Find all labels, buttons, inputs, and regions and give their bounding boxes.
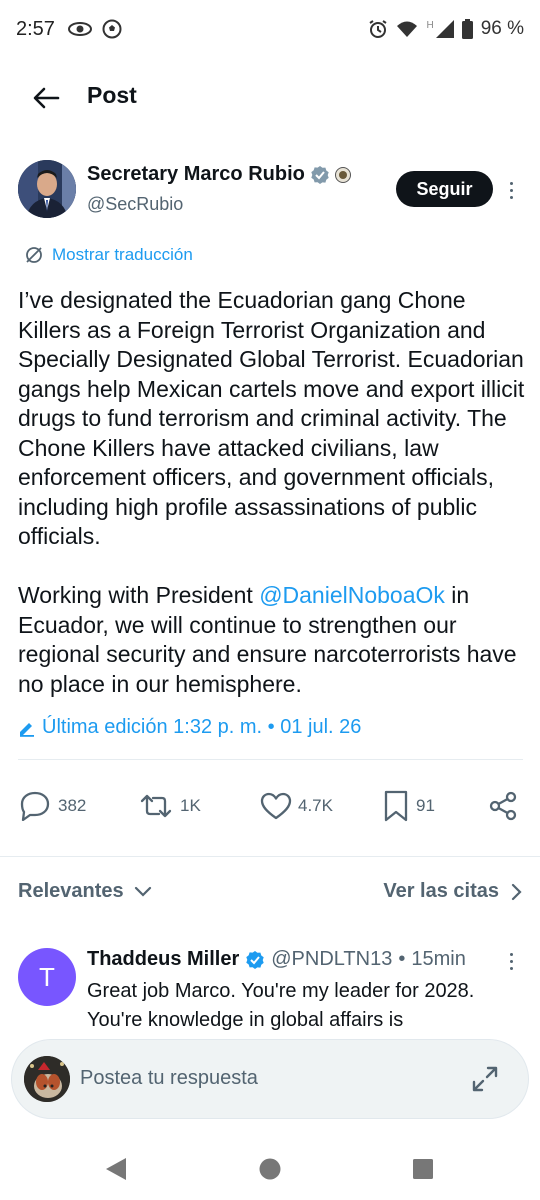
like-button[interactable]: 4.7K	[260, 784, 333, 828]
wifi-icon	[397, 21, 418, 37]
bookmark-button[interactable]: 91	[382, 784, 435, 828]
post-body: I’ve designated the Ecuadorian gang Chon…	[18, 286, 528, 729]
square-recents-icon	[413, 1159, 433, 1179]
reply-avatar[interactable]: T	[18, 948, 76, 1006]
divider	[0, 856, 540, 857]
repost-icon	[140, 794, 172, 818]
reply-more-options-button[interactable]	[504, 947, 518, 975]
author-handle[interactable]: @SecRubio	[87, 194, 183, 215]
repost-count: 1K	[180, 796, 201, 815]
arrow-left-icon	[33, 87, 60, 109]
translate-icon	[26, 247, 42, 263]
top-bar: Post	[0, 72, 540, 122]
share-icon	[489, 791, 517, 821]
page-title: Post	[87, 82, 137, 108]
last-edited-link[interactable]: Última edición 1:32 p. m. • 01 jul. 26	[18, 716, 361, 739]
soccer-ball-icon	[102, 19, 122, 39]
verified-badge-icon	[246, 950, 264, 969]
back-button[interactable]	[28, 80, 64, 116]
triangle-back-icon	[106, 1158, 126, 1180]
show-translation-link[interactable]: Mostrar traducción	[24, 245, 193, 265]
alarm-icon	[369, 20, 388, 38]
chevron-down-icon	[134, 886, 151, 897]
verified-badge-icon	[311, 165, 329, 184]
battery-icon	[461, 19, 473, 39]
government-seal-icon	[334, 166, 351, 183]
sort-relevant-dropdown[interactable]: Relevantes	[18, 880, 152, 903]
reply-count: 382	[58, 796, 87, 815]
heart-icon	[260, 792, 292, 820]
sort-relevant-label: Relevantes	[18, 880, 124, 902]
reply-handle[interactable]: @PNDLTN13	[271, 948, 392, 971]
post-author: Secretary Marco Rubio @SecRubio Seguir	[18, 158, 528, 222]
chevron-right-icon	[511, 883, 522, 900]
circle-home-icon	[259, 1158, 281, 1180]
nav-recents-button[interactable]	[408, 1154, 438, 1184]
nav-home-button[interactable]	[255, 1154, 285, 1184]
action-bar: 382 1K 4.7K 91	[18, 784, 528, 828]
network-type-label: H	[426, 19, 434, 31]
nav-back-button[interactable]	[101, 1154, 131, 1184]
view-quotes-link[interactable]: Ver las citas	[383, 880, 523, 903]
follow-button[interactable]: Seguir	[396, 171, 493, 207]
battery-percent: 96 %	[480, 18, 524, 39]
system-nav-bar	[0, 1140, 540, 1200]
like-count: 4.7K	[298, 796, 333, 815]
reply-text: Great job Marco. You're my leader for 20…	[87, 980, 475, 1031]
reply-author-name[interactable]: Thaddeus Miller	[87, 948, 239, 971]
bookmark-count: 91	[416, 796, 435, 815]
repost-button[interactable]: 1K	[138, 784, 201, 828]
reply-input[interactable]: Postea tu respuesta	[80, 1067, 258, 1090]
share-button[interactable]	[488, 784, 518, 828]
status-bar: 2:57 H 96 %	[0, 0, 540, 60]
user-avatar[interactable]	[24, 1056, 70, 1102]
view-quotes-label: Ver las citas	[383, 880, 499, 902]
reply-time: 15min	[411, 948, 466, 970]
reply-button[interactable]: 382	[18, 784, 86, 828]
replies-sort-row: Relevantes Ver las citas	[18, 872, 523, 916]
show-translation-label: Mostrar traducción	[52, 245, 193, 264]
divider	[18, 759, 523, 760]
more-options-button[interactable]	[504, 176, 518, 204]
last-edited-label: Última edición 1:32 p. m. • 01 jul. 26	[42, 716, 362, 738]
status-time: 2:57	[16, 18, 55, 40]
comment-icon	[20, 791, 50, 821]
cell-signal-icon	[435, 20, 454, 38]
reply-item[interactable]: T Thaddeus Miller @PNDLTN13 • 15min Grea…	[18, 945, 528, 1035]
mention-link[interactable]: @DanielNoboaOk	[259, 582, 445, 608]
post-paragraph: I’ve designated the Ecuadorian gang Chon…	[18, 287, 525, 549]
author-avatar-image	[18, 160, 76, 218]
pencil-icon	[20, 722, 34, 737]
bookmark-icon	[384, 790, 408, 822]
user-avatar-image	[24, 1056, 70, 1102]
eye-icon	[68, 22, 92, 36]
author-name[interactable]: Secretary Marco Rubio	[87, 163, 305, 186]
expand-icon	[472, 1066, 498, 1092]
reply-composer[interactable]: Postea tu respuesta	[12, 1040, 528, 1118]
author-avatar[interactable]	[18, 160, 76, 218]
expand-composer-button[interactable]	[470, 1064, 500, 1094]
post-paragraph: Working with President @DanielNoboaOk in…	[18, 582, 517, 697]
